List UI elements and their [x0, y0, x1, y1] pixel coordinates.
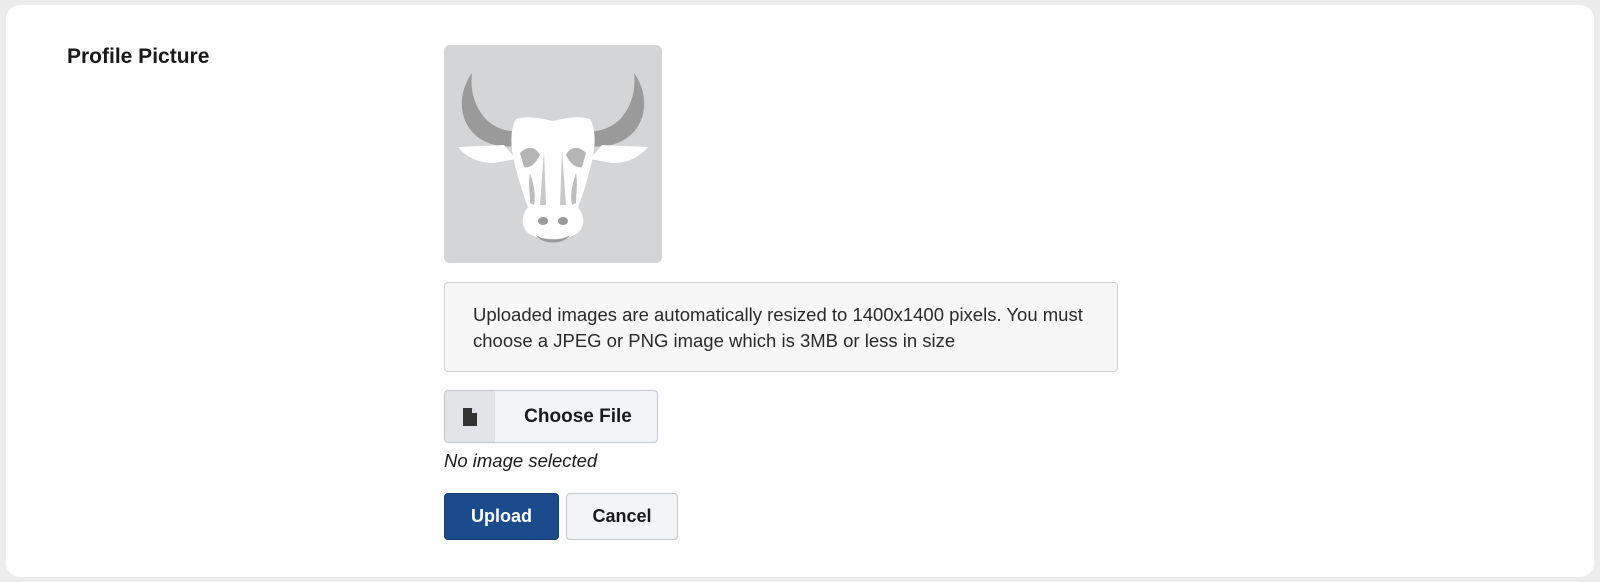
cancel-button[interactable]: Cancel: [566, 493, 678, 540]
file-icon: [445, 391, 495, 442]
file-status-text: No image selected: [444, 450, 598, 471]
upload-requirements-info: Uploaded images are automatically resize…: [444, 282, 1118, 372]
section-label: Profile Picture: [67, 45, 210, 68]
upload-button[interactable]: Upload: [444, 493, 559, 540]
profile-picture-card: Profile Picture Uploaded images are auto…: [6, 5, 1594, 577]
choose-file-label: Choose File: [524, 405, 632, 427]
avatar: [444, 45, 662, 263]
bull-head-icon: [458, 73, 648, 243]
choose-file-button[interactable]: Choose File: [444, 390, 658, 443]
